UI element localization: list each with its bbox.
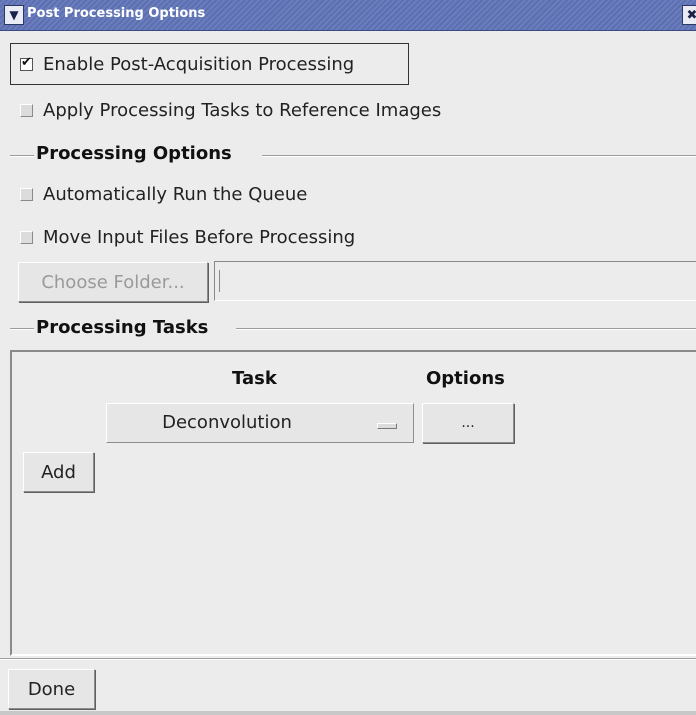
enable-post-processing-label: Enable Post-Acquisition Processing	[43, 54, 355, 75]
move-input-checkbox[interactable]	[20, 231, 33, 244]
done-button[interactable]: Done	[8, 669, 95, 709]
option-menu-indicator-icon	[377, 423, 397, 429]
apply-reference-label: Apply Processing Tasks to Reference Imag…	[43, 100, 442, 121]
processing-tasks-panel	[10, 350, 696, 656]
window-title: Post Processing Options	[27, 6, 206, 21]
column-header-options: Options	[426, 368, 505, 389]
text-caret	[219, 270, 220, 292]
processing-tasks-title: Processing Tasks	[34, 317, 215, 338]
auto-run-checkbox[interactable]	[20, 188, 33, 201]
move-input-option[interactable]: Move Input Files Before Processing	[20, 227, 355, 248]
footer-divider	[0, 658, 696, 660]
title-bar: ▼ Post Processing Options ✖	[0, 0, 696, 31]
apply-reference-checkbox[interactable]	[20, 104, 33, 117]
section-divider	[10, 155, 34, 157]
folder-path-input[interactable]	[214, 261, 696, 301]
section-divider	[236, 328, 696, 330]
close-icon[interactable]: ✖	[682, 5, 696, 25]
task-select[interactable]: Deconvolution	[106, 403, 414, 443]
enable-post-processing-option[interactable]: Enable Post-Acquisition Processing	[20, 54, 354, 75]
choose-folder-button[interactable]: Choose Folder...	[18, 262, 208, 302]
section-divider	[262, 155, 696, 157]
section-divider	[10, 328, 34, 330]
chevron-down-icon[interactable]: ▼	[4, 5, 24, 25]
task-options-button[interactable]: ...	[422, 403, 514, 443]
task-select-value: Deconvolution	[162, 412, 292, 433]
add-task-button[interactable]: Add	[23, 452, 94, 492]
column-header-task: Task	[232, 368, 277, 389]
auto-run-label: Automatically Run the Queue	[43, 184, 308, 205]
processing-options-title: Processing Options	[34, 143, 238, 164]
window-bottom-edge	[0, 711, 696, 715]
enable-post-processing-checkbox[interactable]	[20, 55, 33, 71]
auto-run-option[interactable]: Automatically Run the Queue	[20, 184, 307, 205]
move-input-label: Move Input Files Before Processing	[43, 227, 356, 248]
post-processing-dialog: ▼ Post Processing Options ✖ Enable Post-…	[0, 0, 696, 715]
apply-reference-option[interactable]: Apply Processing Tasks to Reference Imag…	[20, 100, 441, 121]
